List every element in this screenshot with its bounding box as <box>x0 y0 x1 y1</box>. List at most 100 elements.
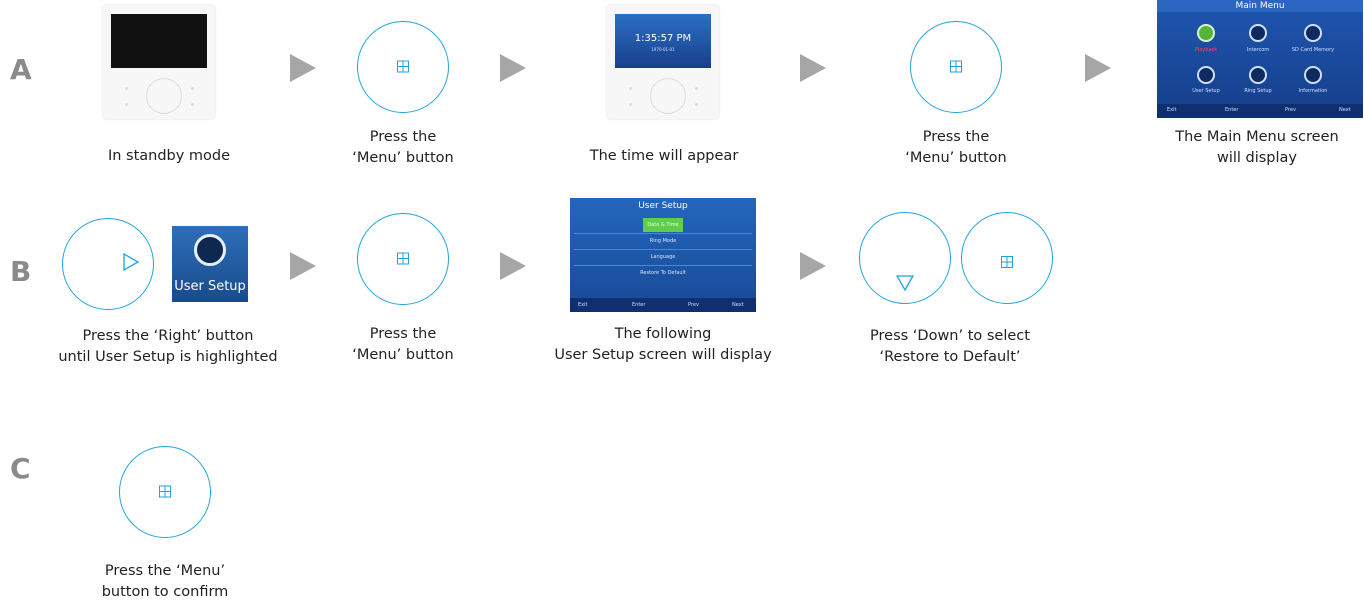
caption-b2: Press the ‘Menu’ button <box>338 324 468 366</box>
caption-line: Press ‘Down’ to select <box>870 328 1030 344</box>
caption-line: Press the <box>369 129 437 145</box>
grid-icon <box>397 60 409 73</box>
footer-label: Exit <box>1167 107 1177 113</box>
menu-button <box>357 21 449 113</box>
device-time: 1:35:57 PM <box>634 33 692 44</box>
caption-line: ‘Menu’ button <box>352 347 454 363</box>
caption-line: In standby mode <box>107 148 231 164</box>
caption-a1: In standby mode <box>95 146 243 167</box>
caption-a5: The Main Menu screen will display <box>1150 127 1364 169</box>
user-setup-row: Ring Mode <box>574 233 752 248</box>
flow-arrow <box>800 54 826 82</box>
footer-label: Enter <box>632 302 646 308</box>
user-setup-screen: User Setup Date & Time Ring Mode Languag… <box>570 198 756 312</box>
user-setup-tile-label: User Setup <box>174 279 246 294</box>
caption-line: will display <box>1216 150 1298 166</box>
caption-line: ‘Menu’ button <box>352 150 454 166</box>
caption-line: The time will appear <box>589 148 739 164</box>
intercom-standby <box>103 5 215 119</box>
grid-icon <box>1001 256 1013 268</box>
main-menu-item: Information <box>1298 88 1328 94</box>
main-menu-screen: Main Menu Playback Intercom SD Card Memo… <box>1157 0 1363 118</box>
caption-line: User Setup screen will display <box>554 347 772 363</box>
footer-label: Next <box>1339 107 1351 113</box>
device-dot <box>191 87 194 90</box>
device-date: 1970-01-01 <box>651 47 675 52</box>
main-menu-item: Ring Setup <box>1244 88 1272 94</box>
right-button <box>62 218 154 310</box>
main-menu-item: SD Card Memory <box>1291 47 1335 53</box>
sd-card-icon <box>1304 24 1322 42</box>
device-screen: 1:35:57 PM 1970-01-01 <box>615 14 711 68</box>
user-setup-footer: Exit Enter Prev Next <box>570 298 756 312</box>
flow-arrow <box>290 54 316 82</box>
triangle-right-icon <box>123 252 140 272</box>
caption-b4: Press ‘Down’ to select ‘Restore to Defau… <box>848 326 1052 368</box>
device-dot <box>629 87 632 90</box>
device-dot <box>125 87 128 90</box>
playback-icon <box>1197 24 1215 42</box>
triangle-down-icon <box>895 275 915 292</box>
user-setup-icon <box>194 234 226 266</box>
grid-icon <box>397 252 409 265</box>
flow-arrow <box>500 54 526 82</box>
row-label-a: A <box>10 53 32 86</box>
user-setup-tile: User Setup <box>172 226 248 302</box>
caption-a3: The time will appear <box>574 146 754 167</box>
user-setup-title: User Setup <box>638 201 688 211</box>
device-dot <box>191 103 194 106</box>
grid-icon <box>159 485 171 498</box>
main-menu-title: Main Menu <box>1157 0 1363 12</box>
row-label-c: C <box>10 452 31 485</box>
flow-arrow <box>290 252 316 280</box>
flow-arrow <box>800 252 826 280</box>
flow-arrow <box>500 252 526 280</box>
menu-button <box>119 446 211 538</box>
caption-line: The following <box>614 326 712 342</box>
footer-label: Enter <box>1225 107 1239 113</box>
ring-setup-icon <box>1249 66 1267 84</box>
flow-arrow <box>1085 54 1111 82</box>
user-setup-icon <box>1197 66 1215 84</box>
caption-line: Press the <box>922 129 990 145</box>
menu-button <box>357 213 449 305</box>
caption-a2: Press the ‘Menu’ button <box>338 127 468 169</box>
main-menu-item: Intercom <box>1246 47 1270 53</box>
caption-line: ‘Menu’ button <box>905 150 1007 166</box>
user-setup-row: Restore To Default <box>574 265 752 280</box>
device-dot <box>125 103 128 106</box>
caption-c1: Press the ‘Menu’ button to confirm <box>90 561 240 603</box>
device-dot <box>695 103 698 106</box>
device-screen <box>111 14 207 68</box>
down-button <box>859 212 951 304</box>
footer-label: Next <box>732 302 744 308</box>
device-dot <box>695 87 698 90</box>
footer-label: Exit <box>578 302 588 308</box>
caption-line: until User Setup is highlighted <box>58 349 278 365</box>
footer-label: Prev <box>688 302 699 308</box>
caption-line: button to confirm <box>101 584 229 600</box>
row-label-b: B <box>10 255 32 288</box>
device-dpad <box>146 78 182 114</box>
caption-line: ‘Restore to Default’ <box>879 349 1021 365</box>
caption-line: Press the ‘Right’ button <box>82 328 254 344</box>
menu-button <box>910 21 1002 113</box>
device-dot <box>629 103 632 106</box>
caption-line: The Main Menu screen <box>1175 129 1339 145</box>
menu-button <box>961 212 1053 304</box>
caption-b3: The following User Setup screen will dis… <box>538 324 788 366</box>
main-menu-item: Playback <box>1194 47 1218 53</box>
footer-label: Prev <box>1285 107 1296 113</box>
intercom-icon <box>1249 24 1267 42</box>
caption-line: Press the ‘Menu’ <box>104 563 226 579</box>
caption-a4: Press the ‘Menu’ button <box>891 127 1021 169</box>
device-dpad <box>650 78 686 114</box>
user-setup-row: Language <box>574 249 752 264</box>
main-menu-item: User Setup <box>1192 88 1220 94</box>
caption-b1: Press the ‘Right’ button until User Setu… <box>52 326 284 368</box>
intercom-time: 1:35:57 PM 1970-01-01 <box>607 5 719 119</box>
caption-line: Press the <box>369 326 437 342</box>
main-menu-footer: Exit Enter Prev Next <box>1157 104 1363 118</box>
user-setup-row: Date & Time <box>643 218 683 232</box>
information-icon <box>1304 66 1322 84</box>
